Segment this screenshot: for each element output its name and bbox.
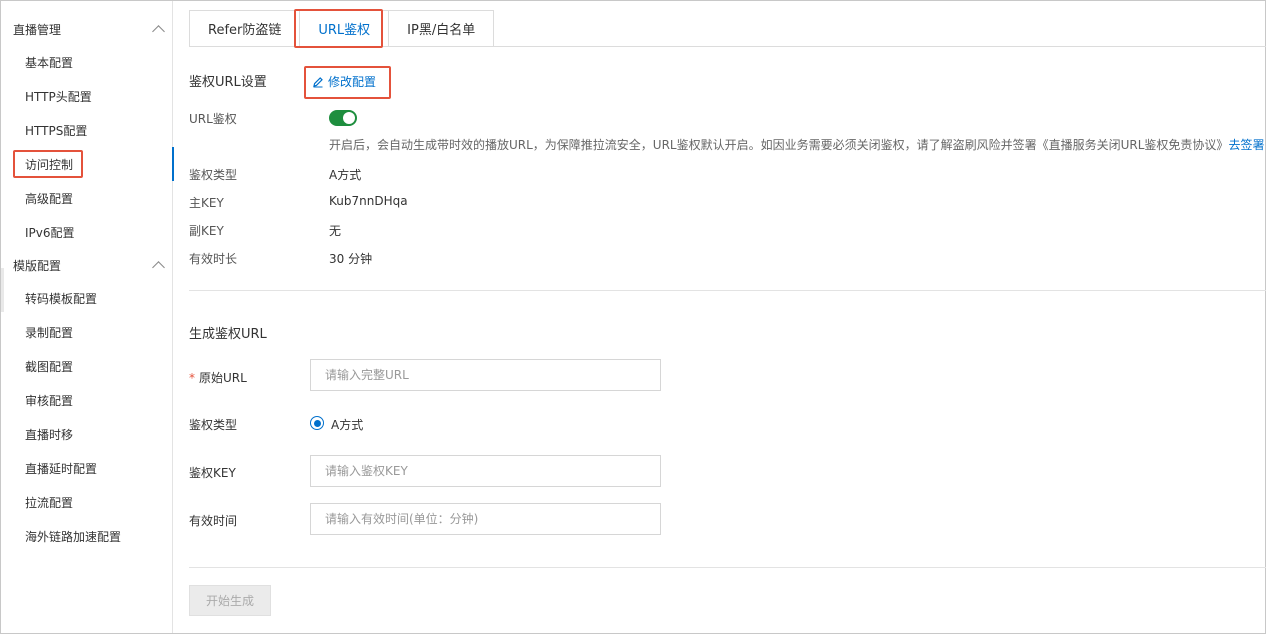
sidebar-item-advanced[interactable]: 高级配置 xyxy=(1,181,173,215)
sidebar-item-label: 直播时移 xyxy=(25,427,74,442)
tab-label: URL鉴权 xyxy=(318,23,371,38)
gen-auth-type-label: 鉴权类型 xyxy=(189,418,238,432)
tab-underline xyxy=(189,46,1266,47)
sidebar-item-label: 截图配置 xyxy=(25,359,74,374)
valid-duration-value: 30 分钟 xyxy=(329,252,373,266)
sidebar-item-timeshift[interactable]: 直播时移 xyxy=(1,417,173,451)
sidebar-group-template-config[interactable]: 模版配置 xyxy=(1,248,173,282)
tab-url-auth[interactable]: URL鉴权 xyxy=(300,10,390,47)
auth-type-label: 鉴权类型 xyxy=(189,168,238,182)
origin-url-label-text: 原始URL xyxy=(199,371,247,385)
toggle-knob xyxy=(343,112,355,124)
sidebar-item-snapshot[interactable]: 截图配置 xyxy=(1,349,173,383)
valid-time-input[interactable] xyxy=(310,503,661,535)
generate-button[interactable]: 开始生成 xyxy=(189,585,271,616)
sidebar-group-live-management[interactable]: 直播管理 xyxy=(1,12,173,46)
generate-title: 生成鉴权URL xyxy=(189,327,267,342)
origin-url-input[interactable] xyxy=(310,359,661,391)
pencil-icon xyxy=(313,76,323,87)
sidebar-item-ipv6[interactable]: IPv6配置 xyxy=(1,215,173,249)
sidebar-item-review[interactable]: 审核配置 xyxy=(1,383,173,417)
sidebar-item-label: 转码模板配置 xyxy=(25,291,98,306)
required-mark: * xyxy=(189,371,195,385)
sidebar-item-label: 录制配置 xyxy=(25,325,74,340)
auth-key-input[interactable] xyxy=(310,455,661,487)
secondary-key-value: 无 xyxy=(329,224,342,238)
auth-key-label: 鉴权KEY xyxy=(189,466,236,480)
secondary-key-label: 副KEY xyxy=(189,224,224,238)
edit-config-label: 修改配置 xyxy=(328,75,377,89)
sidebar-item-overseas-accel[interactable]: 海外链路加速配置 xyxy=(1,519,173,553)
sidebar-item-basic-config[interactable]: 基本配置 xyxy=(1,45,173,79)
sidebar-item-http-header[interactable]: HTTP头配置 xyxy=(1,79,173,113)
sidebar-item-label: 高级配置 xyxy=(25,191,74,206)
auth-type-a-radio[interactable] xyxy=(310,416,324,430)
sidebar-item-label: IPv6配置 xyxy=(25,225,75,240)
tab-label: IP黑/白名单 xyxy=(407,23,476,38)
sidebar-group-title: 模版配置 xyxy=(13,258,62,273)
sidebar-item-label: 拉流配置 xyxy=(25,495,74,510)
sidebar: 直播管理 基本配置 HTTP头配置 HTTPS配置 访问控制 高级配置 IPv6… xyxy=(1,1,174,633)
valid-time-label: 有效时间 xyxy=(189,514,238,528)
sidebar-item-label: 审核配置 xyxy=(25,393,74,408)
tab-ip-list[interactable]: IP黑/白名单 xyxy=(389,10,495,47)
sidebar-item-label: 直播延时配置 xyxy=(25,461,98,476)
url-auth-label: URL鉴权 xyxy=(189,112,237,126)
sidebar-item-label: 访问控制 xyxy=(25,157,74,172)
sidebar-item-access-control[interactable]: 访问控制 xyxy=(1,147,174,181)
window-frame xyxy=(0,0,1266,634)
sidebar-item-delay[interactable]: 直播延时配置 xyxy=(1,451,173,485)
section-divider xyxy=(189,290,1266,291)
auth-settings-title: 鉴权URL设置 xyxy=(189,75,267,90)
primary-key-value: Kub7nnDHqa xyxy=(329,194,408,208)
note-text: 开启后，会自动生成带时效的播放URL，为保障推拉流安全，URL鉴权默认开启。如因… xyxy=(329,138,1229,152)
chevron-up-icon[interactable] xyxy=(152,25,165,38)
auth-type-value: A方式 xyxy=(329,168,362,182)
sidebar-item-label: 海外链路加速配置 xyxy=(25,529,122,544)
tab-label: Refer防盗链 xyxy=(208,23,282,38)
sidebar-item-label: HTTP头配置 xyxy=(25,89,92,104)
section-divider xyxy=(189,567,1266,568)
url-auth-note: 开启后，会自动生成带时效的播放URL，为保障推拉流安全，URL鉴权默认开启。如因… xyxy=(329,136,1264,153)
sidebar-item-pull-stream[interactable]: 拉流配置 xyxy=(1,485,173,519)
primary-key-label: 主KEY xyxy=(189,196,224,210)
active-indicator xyxy=(172,147,174,181)
valid-duration-label: 有效时长 xyxy=(189,252,238,266)
origin-url-label: * 原始URL xyxy=(189,369,247,386)
sidebar-item-label: HTTPS配置 xyxy=(25,123,88,138)
sidebar-item-transcode[interactable]: 转码模板配置 xyxy=(1,281,173,315)
url-auth-toggle[interactable] xyxy=(329,110,357,126)
sidebar-group-title: 直播管理 xyxy=(13,22,62,37)
edit-config-link[interactable]: 修改配置 xyxy=(312,73,376,90)
chevron-up-icon[interactable] xyxy=(152,261,165,274)
sidebar-item-label: 基本配置 xyxy=(25,55,74,70)
sidebar-item-record[interactable]: 录制配置 xyxy=(1,315,173,349)
sidebar-item-https[interactable]: HTTPS配置 xyxy=(1,113,173,147)
auth-type-a-label[interactable]: A方式 xyxy=(331,416,363,433)
sign-agreement-link[interactable]: 去签署 xyxy=(1228,138,1264,152)
tab-bar: Refer防盗链 URL鉴权 IP黑/白名单 xyxy=(189,10,495,47)
tab-refer[interactable]: Refer防盗链 xyxy=(189,10,301,47)
